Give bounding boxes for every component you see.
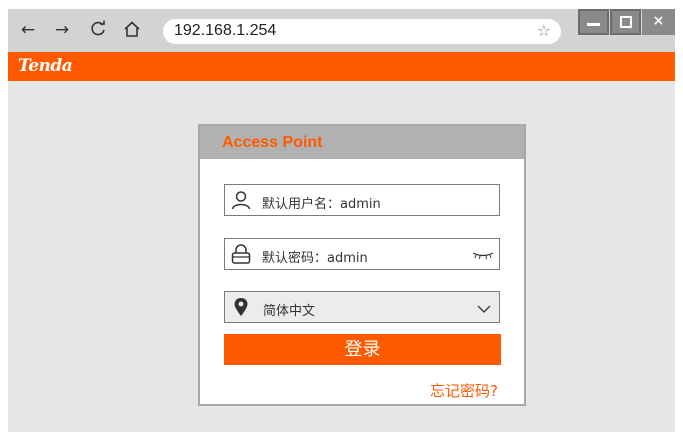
url-text: 192.168.1.254 [174,22,277,39]
close-button[interactable]: × [642,9,675,35]
language-selected: 简体中文 [263,304,316,319]
show-password-eye-icon[interactable] [471,250,495,260]
maximize-button[interactable] [610,9,641,35]
browser-toolbar: ← → 192.168.1.254 ☆ × [8,9,675,52]
reload-icon[interactable] [88,20,108,40]
back-arrow-icon[interactable]: ← [18,20,38,40]
chevron-down-icon [477,305,491,313]
forgot-password-link[interactable]: 忘记密码? [430,380,498,401]
login-panel: Access Point 默认用户名：admin 默认密码：admin 简体中文… [198,124,526,406]
username-field[interactable]: 默认用户名：admin [224,184,500,216]
language-select[interactable]: 简体中文 [224,291,500,323]
minimize-icon [587,23,600,26]
minimize-button[interactable] [578,9,609,35]
username-placeholder: 默认用户名：admin [262,197,381,212]
login-panel-header: Access Point [200,126,524,159]
maximize-icon [620,16,632,28]
bookmark-star-icon[interactable]: ☆ [537,21,551,40]
forward-arrow-icon[interactable]: → [52,20,72,40]
home-icon[interactable] [122,20,142,40]
window-controls: × [578,9,675,37]
password-field[interactable]: 默认密码：admin [224,238,500,270]
user-icon [231,191,251,210]
browser-window: ← → 192.168.1.254 ☆ × Tenda Access Point [8,9,675,432]
address-bar[interactable]: 192.168.1.254 ☆ [163,19,561,44]
location-pin-icon [234,298,248,316]
lock-icon [231,244,251,264]
login-button[interactable]: 登录 [224,334,501,365]
password-placeholder: 默认密码：admin [262,251,368,266]
brand-header: Tenda [8,52,675,81]
panel-title: Access Point [222,134,323,151]
tenda-logo: Tenda [18,56,73,76]
